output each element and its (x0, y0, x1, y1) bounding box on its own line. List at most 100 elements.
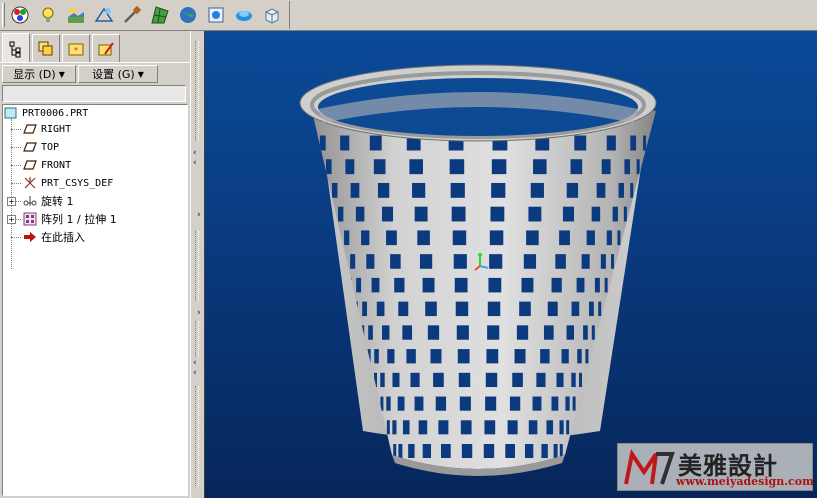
basket-hole (382, 325, 390, 340)
basket-hole (390, 254, 401, 269)
basket-hole (319, 135, 326, 151)
tab-strip-divider (0, 62, 190, 63)
collapse-left-icon[interactable]: ‹ (193, 159, 201, 168)
panel-splitter[interactable]: ‹ ‹ › › ‹ ‹ (190, 31, 204, 498)
tree-root[interactable]: PRT0006.PRT (4, 105, 88, 121)
perspective-icon[interactable] (92, 3, 116, 27)
basket-hole (643, 135, 647, 151)
basket-hole (546, 420, 554, 435)
basket-hole (601, 159, 611, 175)
basket-hole (618, 182, 625, 198)
basket-hole (435, 396, 447, 411)
basket-hole (505, 444, 515, 458)
settings-dropdown[interactable]: 设置 (G) ▼ (78, 65, 158, 83)
basket-hole (350, 182, 360, 198)
light-bulb-icon[interactable] (36, 3, 60, 27)
layers-tab[interactable] (32, 34, 60, 62)
basket-hole (600, 254, 606, 269)
basket-hole (591, 206, 601, 222)
splitter-grip (195, 321, 199, 357)
show-dropdown[interactable]: 显示 (D) ▼ (2, 65, 76, 83)
basket-hole (487, 325, 500, 340)
basket-hole (523, 254, 537, 269)
basket-hole (344, 230, 350, 246)
tree-item-label: RIGHT (41, 123, 72, 135)
basket-hole (392, 372, 400, 388)
collapse-left-icon[interactable]: ‹ (193, 359, 201, 368)
solid-cube-icon[interactable] (260, 3, 284, 27)
basket-hole (461, 444, 473, 458)
basket-hole (541, 444, 548, 458)
basket-hole (566, 182, 579, 198)
basket-hole (623, 206, 627, 222)
datum-plane-icon (23, 122, 37, 136)
basket-hole (570, 159, 583, 175)
splitter-grip (195, 231, 199, 301)
basket-hole (596, 182, 606, 198)
basket-hole (606, 135, 616, 151)
csys-icon (23, 176, 37, 190)
tree-item-pattern[interactable]: 阵列 1 / 拉伸 1 (23, 211, 117, 227)
tree-item-label: PRT_CSYS_DEF (41, 177, 114, 189)
basket-hole (559, 420, 564, 435)
basket-hole (490, 206, 505, 222)
model-tree-tools-icon[interactable] (120, 3, 144, 27)
tree-item-csys[interactable]: PRT_CSYS_DEF (23, 175, 113, 191)
basket-hole (488, 277, 502, 293)
tree-filter-field[interactable] (2, 85, 186, 102)
basket-hole (369, 135, 382, 151)
graphics-viewport[interactable] (204, 31, 817, 498)
basket-hole (551, 396, 559, 411)
basket-hole (591, 325, 595, 340)
scene-icon[interactable] (64, 3, 88, 27)
spin-icon[interactable] (232, 3, 256, 27)
toolbar-group (6, 1, 290, 29)
tree-item-front[interactable]: FRONT (23, 157, 71, 173)
basket-hole (533, 159, 547, 175)
tree-line (11, 129, 21, 130)
basket-hole (530, 182, 544, 198)
basket-hole (485, 372, 498, 388)
expand-pattern-toggle[interactable]: + (7, 215, 16, 224)
basket-hole (371, 277, 380, 293)
basket-hole (630, 135, 637, 151)
basket-hole (438, 420, 449, 435)
model-tree-tab[interactable] (2, 33, 30, 63)
tree-item-revolve[interactable]: 旋转 1 (23, 193, 74, 209)
basket-hole (562, 206, 575, 222)
collapse-left-icon[interactable]: ‹ (193, 149, 201, 158)
tools-tab[interactable] (92, 34, 120, 62)
tree-item-label: 旋转 1 (41, 195, 74, 208)
toolbar-grip[interactable] (2, 3, 5, 27)
basket-hole (519, 301, 531, 317)
favorites-tab[interactable]: * (62, 34, 90, 62)
basket-hole (486, 349, 499, 364)
basket-hole (419, 254, 433, 269)
basket-hole (356, 277, 362, 293)
tree-item-insert-here[interactable]: 在此插入 (23, 229, 85, 245)
revolve-icon (23, 194, 37, 208)
basket-hole (612, 206, 618, 222)
basket-hole (450, 182, 465, 198)
globe-render-icon[interactable] (176, 3, 200, 27)
basket-hole (410, 372, 420, 388)
tree-line (11, 165, 21, 166)
basket-hole (329, 206, 333, 222)
color-appearance-icon[interactable] (8, 3, 32, 27)
basket-hole (312, 135, 313, 151)
model-player-icon[interactable] (204, 3, 228, 27)
basket-hole (398, 301, 409, 317)
mesh-icon[interactable] (148, 3, 172, 27)
expand-revolve-toggle[interactable]: + (7, 197, 16, 206)
splitter-grip (195, 386, 199, 486)
basket-hole (536, 372, 546, 388)
tree-line (11, 237, 21, 238)
basket-hole (331, 182, 338, 198)
tree-item-right[interactable]: RIGHT (23, 121, 71, 137)
basket-hole (553, 444, 558, 458)
basket-hole (483, 444, 495, 458)
tree-item-top[interactable]: TOP (23, 139, 59, 155)
basket-hole (430, 349, 442, 364)
collapse-left-icon[interactable]: ‹ (193, 369, 201, 378)
basket-hole (414, 206, 428, 222)
